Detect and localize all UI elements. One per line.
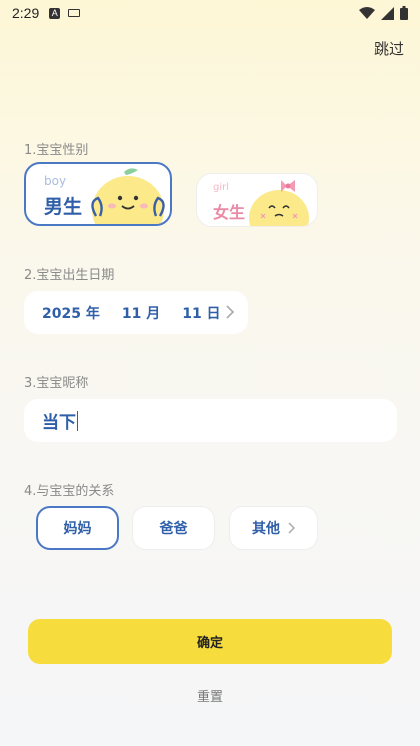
- birth-date-picker[interactable]: 2025 年 11 月 11 日: [24, 291, 248, 334]
- gender-girl-en-label: girl: [213, 182, 230, 193]
- reset-button[interactable]: 重置: [0, 686, 420, 705]
- birth-year: 2025 年: [42, 305, 100, 322]
- boy-mascot-icon: [91, 168, 165, 224]
- signal-icon: [381, 6, 394, 20]
- relation-option-other[interactable]: 其他: [229, 506, 318, 550]
- keyboard-icon: [68, 9, 81, 17]
- text-caret: [77, 410, 78, 431]
- chevron-right-icon: [288, 522, 295, 534]
- skip-button[interactable]: 跳过: [374, 38, 404, 59]
- gender-boy-en-label: boy: [44, 174, 67, 188]
- chevron-right-icon: [226, 305, 234, 319]
- gender-option-boy[interactable]: boy 男生: [24, 162, 172, 226]
- status-bar: 2:29 A: [0, 0, 420, 26]
- status-time: 2:29: [12, 5, 40, 21]
- girl-mascot-icon: [249, 180, 309, 226]
- birth-section-label: 2.宝宝出生日期: [24, 268, 115, 283]
- relation-option-dad[interactable]: 爸爸: [132, 506, 215, 550]
- nickname-section-label: 3.宝宝昵称: [24, 376, 89, 391]
- gender-option-girl[interactable]: girl 女生: [196, 173, 318, 227]
- confirm-button[interactable]: 确定: [28, 619, 392, 664]
- nickname-input[interactable]: 当下: [24, 399, 397, 442]
- gender-girl-cn-label: 女生: [213, 203, 246, 222]
- notification-a-icon: A: [49, 7, 61, 19]
- wifi-icon: [359, 6, 375, 19]
- nickname-value: 当下: [42, 413, 76, 433]
- gender-section-label: 1.宝宝性别: [24, 143, 89, 158]
- relation-section-label: 4.与宝宝的关系: [24, 484, 115, 499]
- battery-icon: [400, 6, 408, 20]
- relation-option-mom[interactable]: 妈妈: [36, 506, 119, 550]
- relation-other-label: 其他: [252, 521, 280, 537]
- birth-day: 11 日: [182, 305, 221, 322]
- gender-boy-cn-label: 男生: [44, 196, 83, 218]
- birth-month: 11 月: [121, 305, 161, 322]
